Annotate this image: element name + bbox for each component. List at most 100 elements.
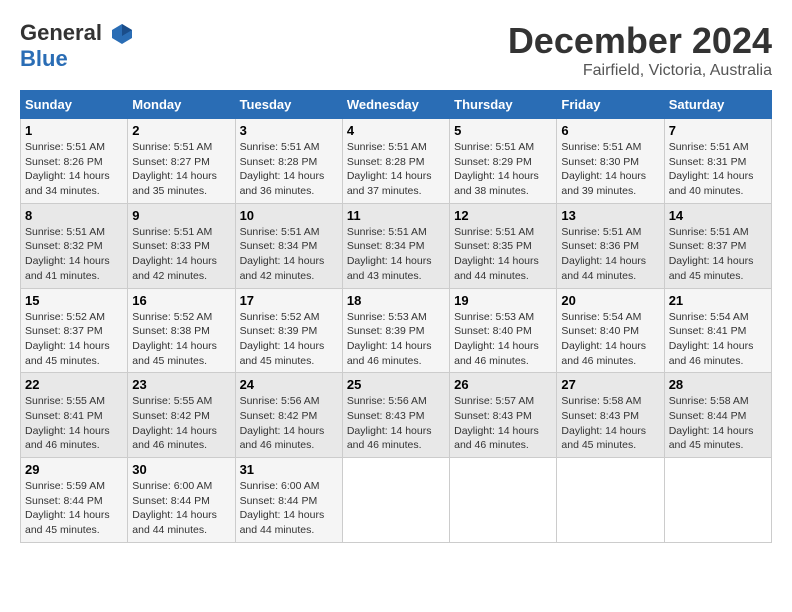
day-number: 15 — [25, 293, 123, 308]
calendar-cell — [557, 458, 664, 543]
cell-info: Sunrise: 5:52 AMSunset: 8:38 PMDaylight:… — [132, 310, 230, 369]
day-number: 9 — [132, 208, 230, 223]
header-thursday: Thursday — [450, 91, 557, 119]
day-number: 18 — [347, 293, 445, 308]
day-number: 14 — [669, 208, 767, 223]
day-number: 12 — [454, 208, 552, 223]
calendar-cell — [450, 458, 557, 543]
day-number: 24 — [240, 377, 338, 392]
calendar-cell: 10 Sunrise: 5:51 AMSunset: 8:34 PMDayligh… — [235, 203, 342, 288]
calendar-cell — [342, 458, 449, 543]
calendar-cell: 4Sunrise: 5:51 AMSunset: 8:28 PMDaylight… — [342, 119, 449, 204]
logo-blue: Blue — [20, 46, 134, 72]
day-number: 17 — [240, 293, 338, 308]
day-number: 19 — [454, 293, 552, 308]
header-wednesday: Wednesday — [342, 91, 449, 119]
day-number: 27 — [561, 377, 659, 392]
day-number: 5 — [454, 123, 552, 138]
calendar-week-5: 29 Sunrise: 5:59 AMSunset: 8:44 PMDayligh… — [21, 458, 772, 543]
cell-info: Sunrise: 5:51 AMSunset: 8:26 PMDaylight:… — [25, 140, 123, 199]
day-number: 25 — [347, 377, 445, 392]
calendar-cell: 11 Sunrise: 5:51 AMSunset: 8:34 PMDayligh… — [342, 203, 449, 288]
calendar-week-1: 1 Sunrise: 5:51 AMSunset: 8:26 PMDaylight… — [21, 119, 772, 204]
calendar-week-2: 8Sunrise: 5:51 AMSunset: 8:32 PMDaylight… — [21, 203, 772, 288]
calendar-cell: 26 Sunrise: 5:57 AMSunset: 8:43 PMDayligh… — [450, 373, 557, 458]
cell-info: Sunrise: 5:51 AMSunset: 8:34 PMDaylight:… — [347, 225, 445, 284]
calendar-cell: 28Sunrise: 5:58 AMSunset: 8:44 PMDayligh… — [664, 373, 771, 458]
cell-info: Sunrise: 5:58 AMSunset: 8:43 PMDaylight:… — [561, 394, 659, 453]
day-number: 11 — [347, 208, 445, 223]
logo: General Blue — [20, 20, 134, 73]
cell-info: Sunrise: 6:00 AMSunset: 8:44 PMDaylight:… — [132, 479, 230, 538]
month-title: December 2024 — [508, 20, 772, 62]
calendar-cell: 15 Sunrise: 5:52 AMSunset: 8:37 PMDayligh… — [21, 288, 128, 373]
day-number: 20 — [561, 293, 659, 308]
cell-info: Sunrise: 5:56 AMSunset: 8:43 PMDaylight:… — [347, 394, 445, 453]
day-number: 4 — [347, 123, 445, 138]
cell-info: Sunrise: 5:52 AMSunset: 8:37 PMDaylight:… — [25, 310, 123, 369]
logo-icon — [110, 22, 134, 46]
calendar-header-row: SundayMondayTuesdayWednesdayThursdayFrid… — [21, 91, 772, 119]
cell-info: Sunrise: 5:56 AMSunset: 8:42 PMDaylight:… — [240, 394, 338, 453]
day-number: 29 — [25, 462, 123, 477]
cell-info: Sunrise: 5:51 AMSunset: 8:36 PMDaylight:… — [561, 225, 659, 284]
calendar-cell: 3Sunrise: 5:51 AMSunset: 8:28 PMDaylight… — [235, 119, 342, 204]
day-number: 7 — [669, 123, 767, 138]
calendar-cell: 12 Sunrise: 5:51 AMSunset: 8:35 PMDayligh… — [450, 203, 557, 288]
calendar-cell: 8Sunrise: 5:51 AMSunset: 8:32 PMDaylight… — [21, 203, 128, 288]
calendar-cell: 20 Sunrise: 5:54 AMSunset: 8:40 PMDayligh… — [557, 288, 664, 373]
cell-info: Sunrise: 5:53 AMSunset: 8:39 PMDaylight:… — [347, 310, 445, 369]
cell-info: Sunrise: 5:51 AMSunset: 8:28 PMDaylight:… — [240, 140, 338, 199]
header-tuesday: Tuesday — [235, 91, 342, 119]
cell-info: Sunrise: 5:57 AMSunset: 8:43 PMDaylight:… — [454, 394, 552, 453]
calendar-cell: 17 Sunrise: 5:52 AMSunset: 8:39 PMDayligh… — [235, 288, 342, 373]
day-number: 31 — [240, 462, 338, 477]
cell-info: Sunrise: 5:55 AMSunset: 8:41 PMDaylight:… — [25, 394, 123, 453]
title-block: December 2024 Fairfield, Victoria, Austr… — [508, 20, 772, 80]
calendar-cell: 19 Sunrise: 5:53 AMSunset: 8:40 PMDayligh… — [450, 288, 557, 373]
day-number: 23 — [132, 377, 230, 392]
calendar-cell: 2 Sunrise: 5:51 AMSunset: 8:27 PMDaylight… — [128, 119, 235, 204]
day-number: 30 — [132, 462, 230, 477]
cell-info: Sunrise: 5:51 AMSunset: 8:34 PMDaylight:… — [240, 225, 338, 284]
header-friday: Friday — [557, 91, 664, 119]
cell-info: Sunrise: 5:51 AMSunset: 8:31 PMDaylight:… — [669, 140, 767, 199]
day-number: 13 — [561, 208, 659, 223]
cell-info: Sunrise: 5:51 AMSunset: 8:35 PMDaylight:… — [454, 225, 552, 284]
cell-info: Sunrise: 5:52 AMSunset: 8:39 PMDaylight:… — [240, 310, 338, 369]
logo-text: General — [20, 20, 134, 46]
calendar-cell — [664, 458, 771, 543]
cell-info: Sunrise: 5:51 AMSunset: 8:27 PMDaylight:… — [132, 140, 230, 199]
cell-info: Sunrise: 5:53 AMSunset: 8:40 PMDaylight:… — [454, 310, 552, 369]
calendar-cell: 5Sunrise: 5:51 AMSunset: 8:29 PMDaylight… — [450, 119, 557, 204]
page-header: General Blue December 2024 Fairfield, Vi… — [20, 20, 772, 80]
calendar-cell: 22 Sunrise: 5:55 AMSunset: 8:41 PMDayligh… — [21, 373, 128, 458]
day-number: 6 — [561, 123, 659, 138]
cell-info: Sunrise: 5:51 AMSunset: 8:30 PMDaylight:… — [561, 140, 659, 199]
cell-info: Sunrise: 5:59 AMSunset: 8:44 PMDaylight:… — [25, 479, 123, 538]
calendar-cell: 27 Sunrise: 5:58 AMSunset: 8:43 PMDayligh… — [557, 373, 664, 458]
calendar-table: SundayMondayTuesdayWednesdayThursdayFrid… — [20, 90, 772, 543]
calendar-cell: 7 Sunrise: 5:51 AMSunset: 8:31 PMDaylight… — [664, 119, 771, 204]
day-number: 26 — [454, 377, 552, 392]
calendar-cell: 16 Sunrise: 5:52 AMSunset: 8:38 PMDayligh… — [128, 288, 235, 373]
calendar-cell: 1 Sunrise: 5:51 AMSunset: 8:26 PMDaylight… — [21, 119, 128, 204]
cell-info: Sunrise: 5:51 AMSunset: 8:37 PMDaylight:… — [669, 225, 767, 284]
day-number: 2 — [132, 123, 230, 138]
header-sunday: Sunday — [21, 91, 128, 119]
cell-info: Sunrise: 6:00 AMSunset: 8:44 PMDaylight:… — [240, 479, 338, 538]
calendar-cell: 9 Sunrise: 5:51 AMSunset: 8:33 PMDaylight… — [128, 203, 235, 288]
day-number: 10 — [240, 208, 338, 223]
day-number: 22 — [25, 377, 123, 392]
cell-info: Sunrise: 5:51 AMSunset: 8:33 PMDaylight:… — [132, 225, 230, 284]
day-number: 16 — [132, 293, 230, 308]
calendar-cell: 29 Sunrise: 5:59 AMSunset: 8:44 PMDayligh… — [21, 458, 128, 543]
day-number: 1 — [25, 123, 123, 138]
cell-info: Sunrise: 5:54 AMSunset: 8:41 PMDaylight:… — [669, 310, 767, 369]
calendar-cell: 30 Sunrise: 6:00 AMSunset: 8:44 PMDayligh… — [128, 458, 235, 543]
day-number: 8 — [25, 208, 123, 223]
header-monday: Monday — [128, 91, 235, 119]
calendar-cell: 6 Sunrise: 5:51 AMSunset: 8:30 PMDaylight… — [557, 119, 664, 204]
cell-info: Sunrise: 5:54 AMSunset: 8:40 PMDaylight:… — [561, 310, 659, 369]
calendar-cell: 23Sunrise: 5:55 AMSunset: 8:42 PMDayligh… — [128, 373, 235, 458]
